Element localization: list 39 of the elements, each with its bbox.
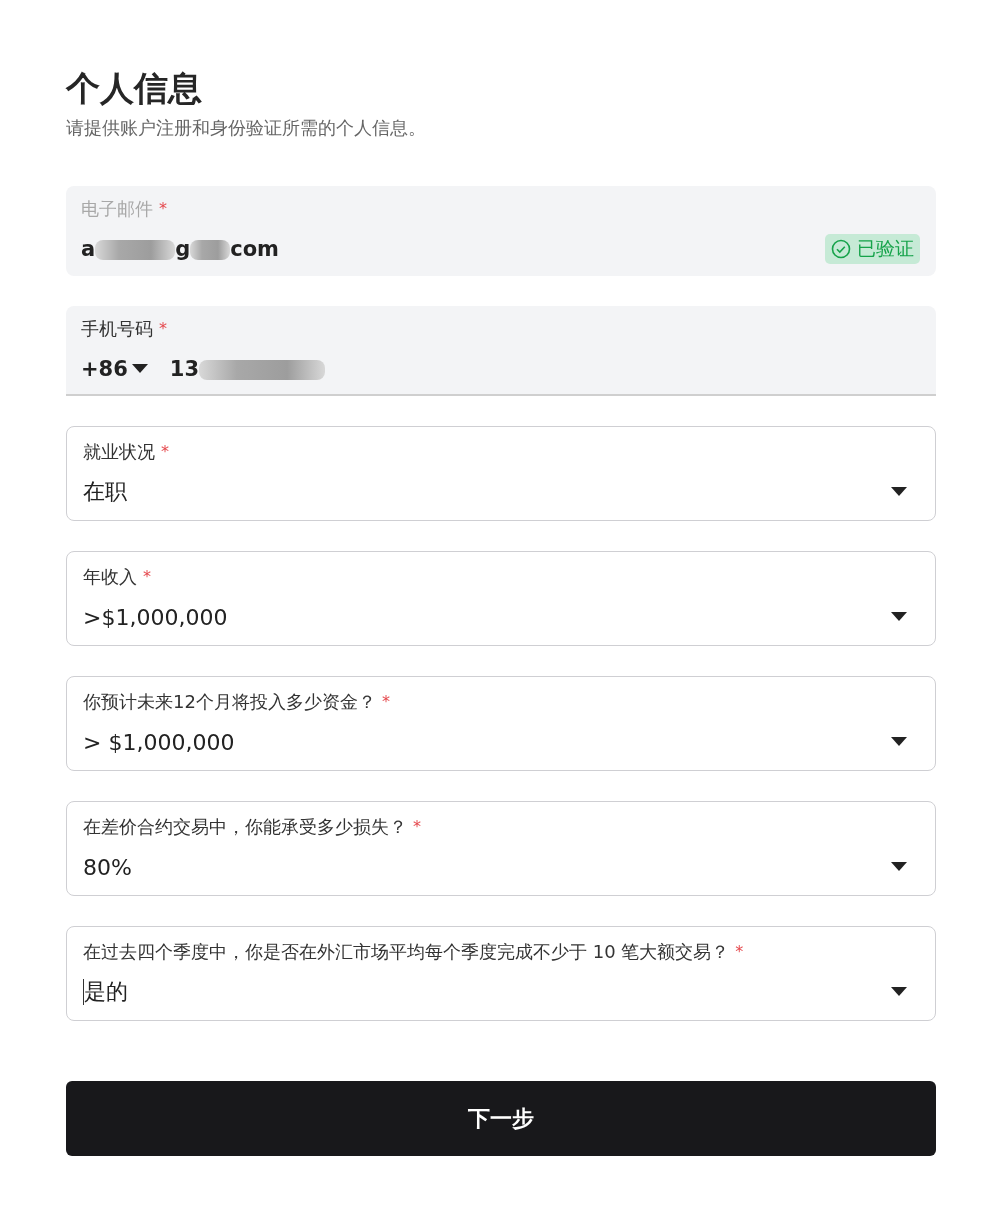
country-code-dropdown[interactable]: +86: [81, 357, 148, 381]
select-value: > $1,000,000: [83, 729, 235, 755]
select-field[interactable]: 年收入 * >$1,000,000: [66, 551, 936, 646]
field-label: 你预计未来12个月将投入多少资金？: [83, 690, 376, 714]
email-value: a g com: [81, 237, 279, 261]
required-mark: *: [143, 566, 151, 588]
page-subtitle: 请提供账户注册和身份验证所需的个人信息。: [66, 116, 426, 140]
field-label: 在差价合约交易中，你能承受多少损失？: [83, 815, 407, 839]
page-title: 个人信息: [66, 67, 202, 110]
caret-icon: [891, 862, 907, 872]
required-mark: *: [735, 941, 744, 963]
select-field[interactable]: 在差价合约交易中，你能承受多少损失？ * 80%: [66, 801, 936, 896]
verified-badge: 已验证: [825, 234, 920, 264]
select-field[interactable]: 你预计未来12个月将投入多少资金？ * > $1,000,000: [66, 676, 936, 771]
select-value: >$1,000,000: [83, 604, 228, 630]
phone-value: 13: [169, 357, 326, 381]
next-button[interactable]: 下一步: [66, 1081, 936, 1156]
required-mark: *: [381, 691, 390, 713]
select-value: 在职: [83, 478, 127, 506]
field-label: 手机号码: [81, 317, 153, 341]
field-label: 在过去四个季度中，你是否在外汇市场平均每个季度完成不少于 10 笔大额交易？: [83, 940, 730, 964]
required-mark: *: [159, 318, 167, 340]
check-circle-icon: [831, 239, 851, 259]
required-mark: *: [413, 816, 421, 838]
field-label: 就业状况: [83, 440, 155, 464]
required-mark: *: [161, 441, 169, 463]
caret-icon: [131, 364, 148, 374]
select-field[interactable]: 在过去四个季度中，你是否在外汇市场平均每个季度完成不少于 10 笔大额交易？ * 是的: [66, 926, 936, 1021]
caret-icon: [891, 612, 907, 622]
caret-icon: [891, 737, 907, 747]
select-value: 是的: [84, 978, 128, 1006]
field-label: 年收入: [83, 565, 137, 589]
caret-icon: [891, 487, 907, 497]
field-label: 电子邮件: [81, 197, 153, 221]
select-value: 80%: [83, 854, 132, 880]
phone-field[interactable]: 手机号码 * +86 13: [66, 306, 936, 396]
select-field[interactable]: 就业状况 * 在职: [66, 426, 936, 521]
caret-icon: [891, 987, 907, 997]
required-mark: *: [159, 198, 167, 220]
